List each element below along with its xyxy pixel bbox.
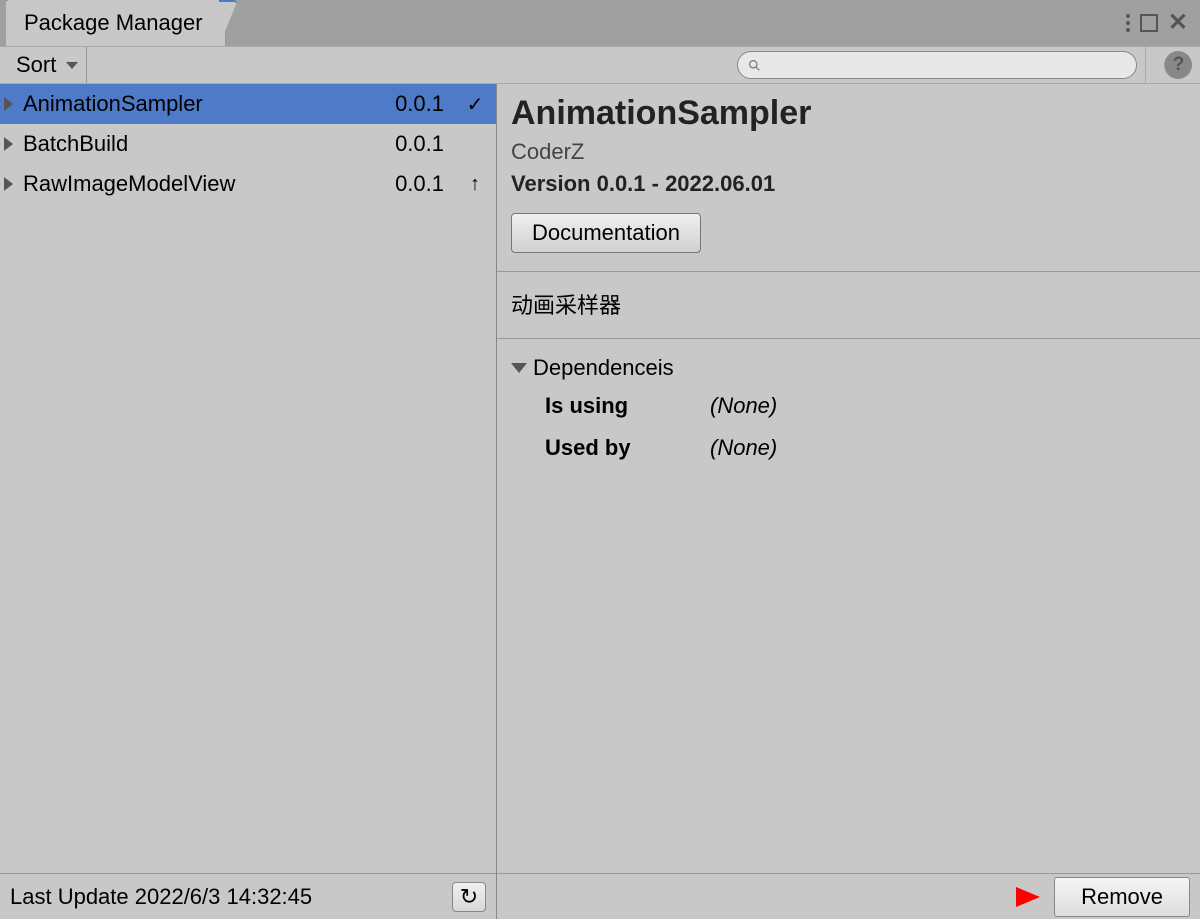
documentation-label: Documentation <box>532 220 680 245</box>
toolbar: Sort ? <box>0 46 1200 84</box>
window-controls: ✕ <box>1126 0 1200 46</box>
tab-title: Package Manager <box>24 10 203 35</box>
last-update-label: Last Update 2022/6/3 14:32:45 <box>10 884 312 910</box>
isusing-label: Is using <box>545 393 655 419</box>
search-input[interactable] <box>767 56 1126 74</box>
detail-body: AnimationSampler CoderZ Version 0.0.1 - … <box>497 84 1200 873</box>
chevron-down-icon <box>511 363 527 373</box>
expand-arrow-icon <box>4 137 13 151</box>
expand-arrow-icon <box>4 97 13 111</box>
detail-author: CoderZ <box>511 139 1186 165</box>
sort-dropdown[interactable]: Sort <box>8 47 87 83</box>
package-status-icon: ✓ <box>464 92 486 117</box>
dependencies-label: Dependenceis <box>533 355 674 381</box>
help-icon[interactable]: ? <box>1164 51 1192 79</box>
package-list: AnimationSampler 0.0.1 ✓ BatchBuild 0.0.… <box>0 84 496 873</box>
close-icon[interactable]: ✕ <box>1168 11 1188 35</box>
refresh-button[interactable]: ↻ <box>452 882 486 912</box>
divider <box>497 271 1200 272</box>
sort-label: Sort <box>16 52 56 78</box>
dependencies-header[interactable]: Dependenceis <box>511 355 1186 381</box>
package-list-panel: AnimationSampler 0.0.1 ✓ BatchBuild 0.0.… <box>0 84 497 919</box>
package-version: 0.0.1 <box>395 91 444 117</box>
dependency-usedby-row: Used by (None) <box>511 435 1186 461</box>
package-version: 0.0.1 <box>395 131 444 157</box>
detail-title: AnimationSampler <box>511 94 1186 133</box>
remove-button[interactable]: Remove <box>1054 877 1190 917</box>
isusing-value: (None) <box>710 393 777 419</box>
maximize-icon[interactable] <box>1140 14 1158 32</box>
annotation-arrow-icon <box>950 882 1040 912</box>
package-name: RawImageModelView <box>23 171 395 197</box>
package-row[interactable]: AnimationSampler 0.0.1 ✓ <box>0 84 496 124</box>
right-footer: Remove <box>497 873 1200 919</box>
package-name: AnimationSampler <box>23 91 395 117</box>
dependency-isusing-row: Is using (None) <box>511 393 1186 419</box>
package-version: 0.0.1 <box>395 171 444 197</box>
package-status-icon: ↑ <box>464 173 486 196</box>
detail-panel: AnimationSampler CoderZ Version 0.0.1 - … <box>497 84 1200 919</box>
main-content: AnimationSampler 0.0.1 ✓ BatchBuild 0.0.… <box>0 84 1200 919</box>
package-row[interactable]: RawImageModelView 0.0.1 ↑ <box>0 164 496 204</box>
detail-description: 动画采样器 <box>511 288 1186 320</box>
package-row[interactable]: BatchBuild 0.0.1 <box>0 124 496 164</box>
divider <box>497 338 1200 339</box>
expand-arrow-icon <box>4 177 13 191</box>
left-footer: Last Update 2022/6/3 14:32:45 ↻ <box>0 873 496 919</box>
documentation-button[interactable]: Documentation <box>511 213 701 253</box>
remove-label: Remove <box>1081 884 1163 909</box>
package-name: BatchBuild <box>23 131 395 157</box>
detail-version: Version 0.0.1 - 2022.06.01 <box>511 171 1186 197</box>
usedby-label: Used by <box>545 435 655 461</box>
search-box[interactable] <box>737 51 1137 79</box>
refresh-icon: ↻ <box>460 884 478 910</box>
search-icon <box>748 59 761 72</box>
usedby-value: (None) <box>710 435 777 461</box>
kebab-menu-icon[interactable] <box>1126 14 1130 32</box>
chevron-down-icon <box>66 62 78 69</box>
title-bar: Package Manager ✕ <box>0 0 1200 46</box>
window-tab[interactable]: Package Manager <box>6 0 226 46</box>
